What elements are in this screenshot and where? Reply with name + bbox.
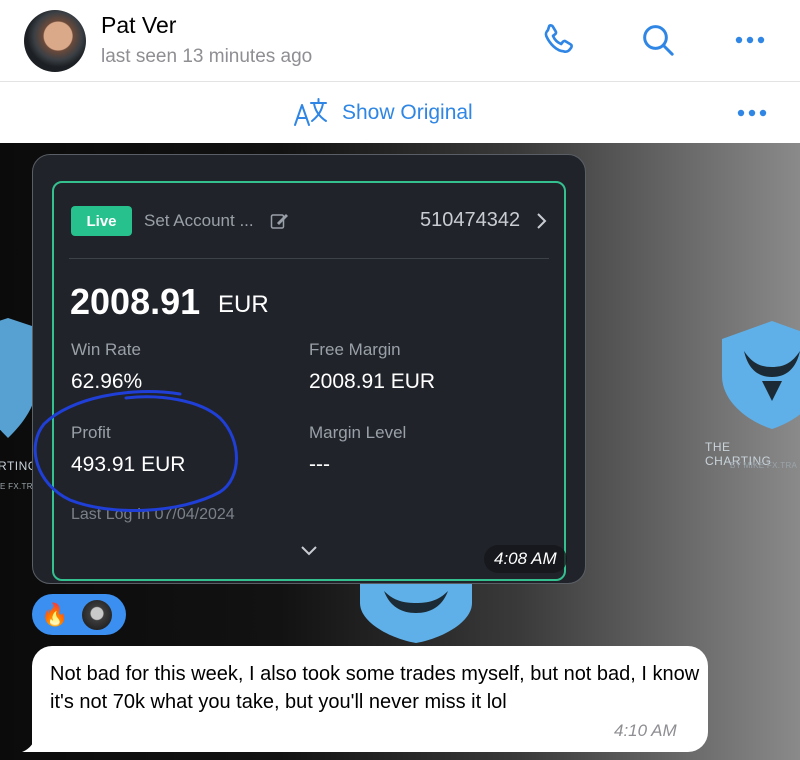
message-timestamp: 4:10 AM	[614, 721, 677, 740]
balance-value: 2008.91	[70, 281, 201, 322]
balance-currency: EUR	[218, 291, 269, 318]
search-button[interactable]	[636, 18, 680, 62]
reactor-avatar	[80, 597, 114, 632]
watermark-logo	[722, 321, 800, 429]
free-margin-label: Free Margin	[309, 340, 401, 359]
live-badge: Live	[71, 206, 132, 236]
chat-title[interactable]: Pat Ver	[101, 12, 176, 39]
chat-header: Pat Ver last seen 13 minutes ago	[0, 0, 800, 82]
last-seen-status: last seen 13 minutes ago	[101, 46, 313, 67]
photo-timestamp: 4:08 AM	[484, 545, 567, 573]
more-button[interactable]	[728, 18, 772, 62]
chevron-down-icon	[301, 546, 317, 556]
win-rate-label: Win Rate	[71, 340, 141, 359]
translate-icon	[294, 98, 327, 126]
account-number: 510474342	[420, 209, 521, 231]
margin-level-value: ---	[309, 453, 330, 476]
card-divider	[69, 258, 549, 259]
more-icon	[737, 109, 767, 117]
margin-level-label: Margin Level	[309, 423, 407, 442]
reactions-pill[interactable]: 🔥	[32, 594, 126, 635]
circle-annotation	[33, 390, 238, 512]
phone-icon	[544, 24, 573, 54]
avatar[interactable]	[24, 10, 86, 72]
set-account-label: Set Account ...	[144, 211, 254, 230]
watermark-subtitle: BY MIKE FX.TRA	[730, 461, 798, 470]
show-original-button[interactable]: Show Original	[292, 97, 473, 129]
show-original-label: Show Original	[342, 101, 473, 124]
watermark-subtitle-left: E FX.TR	[0, 482, 33, 491]
chevron-right-icon	[537, 213, 547, 229]
edit-icon	[270, 213, 288, 229]
translate-bar: Show Original	[0, 83, 800, 143]
fire-emoji-reaction: 🔥	[41, 601, 69, 627]
message-text: Not bad for this week, I also took some …	[50, 663, 700, 713]
bubble-tail	[22, 730, 52, 752]
call-button[interactable]	[539, 18, 583, 62]
free-margin-value: 2008.91 EUR	[309, 370, 436, 393]
watermark-logo	[360, 583, 472, 643]
translate-more-button[interactable]	[730, 95, 774, 131]
search-icon	[643, 25, 674, 56]
more-icon	[735, 36, 765, 44]
